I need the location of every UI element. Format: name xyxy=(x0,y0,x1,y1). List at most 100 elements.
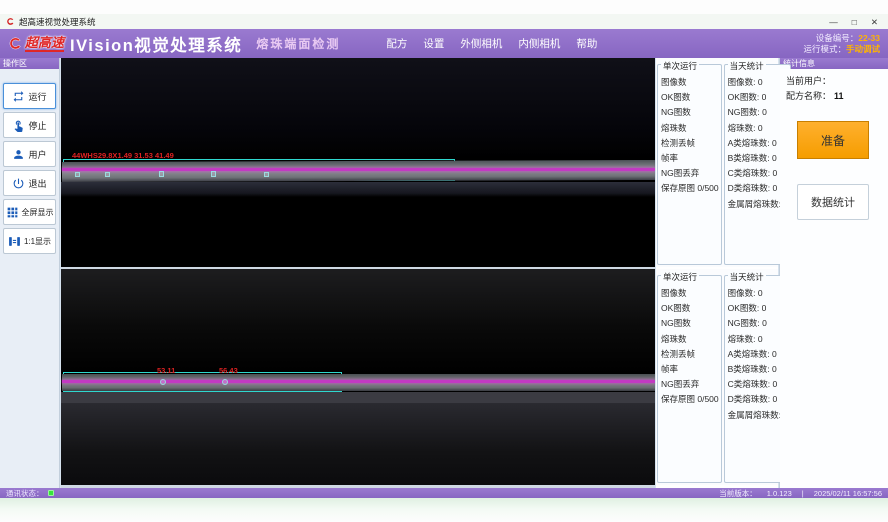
brand-name: 超高速 xyxy=(25,36,64,52)
current-user-label: 当前用户： xyxy=(786,76,831,86)
stat-row: NG图丢弃 xyxy=(661,166,719,181)
stat-row: 保存原图 0/500 xyxy=(661,181,719,196)
status-separator: | xyxy=(802,489,804,498)
version-value: 1.0.123 xyxy=(767,489,792,498)
one-to-one-icon xyxy=(8,235,21,248)
fullscreen-icon xyxy=(6,206,19,219)
stat-row: 保存原图 0/500 xyxy=(661,392,719,407)
status-bar: 通讯状态： 当前版本： 1.0.123 | 2025/02/11 16:57:5… xyxy=(0,488,888,498)
window-title: 超高速视觉处理系统 xyxy=(19,16,96,28)
sidebar-button-1[interactable]: 停止 xyxy=(3,112,56,138)
sidebar-button-4[interactable]: 全屏显示 xyxy=(3,199,56,225)
prepare-button[interactable]: 准备 xyxy=(797,121,869,159)
sidebar-button-label: 运行 xyxy=(28,90,46,103)
cam2-marker xyxy=(160,379,166,385)
user-icon xyxy=(12,148,25,161)
device-id-value: 22-33 xyxy=(858,33,880,43)
version-label: 当前版本： xyxy=(719,488,757,499)
sidebar-button-label: 全屏显示 xyxy=(22,207,54,218)
run-cycle-icon xyxy=(12,90,25,103)
sidebar-button-3[interactable]: 退出 xyxy=(3,170,56,196)
stat-row: 检测丢帧 xyxy=(661,347,719,362)
camera-column: 44WHS29.8X1.49 31.53 41.49 53.11 56.43 xyxy=(61,58,655,488)
group-title: 单次运行 xyxy=(661,271,699,283)
run-mode-label: 运行模式： xyxy=(803,44,846,54)
stats-set-1: 单次运行图像数OK图数NG图数熔珠数检测丢帧帧率NG图丢弃保存原图 0/500 当… xyxy=(656,269,778,485)
group-title: 当天统计 xyxy=(728,60,766,72)
cam1-marker xyxy=(211,171,216,177)
cam1-weld-strip xyxy=(62,160,655,182)
sidebar-button-2[interactable]: 用户 xyxy=(3,141,56,167)
minimize-icon[interactable]: — xyxy=(829,17,838,27)
stat-row: OK图数 xyxy=(661,301,719,316)
sidebar-button-label: 停止 xyxy=(28,119,46,132)
cam1-marker xyxy=(105,172,110,177)
cam2-scan-line xyxy=(62,380,655,383)
app-logo-icon xyxy=(6,17,15,26)
recipe-name-label: 配方名称： xyxy=(786,91,831,101)
stat-row: OK图数 xyxy=(661,90,719,105)
sidebar-button-label: 退出 xyxy=(28,177,46,190)
single-run-group: 单次运行图像数OK图数NG图数熔珠数检测丢帧帧率NG图丢弃保存原图 0/500 xyxy=(657,275,722,483)
cam2-top-shade xyxy=(61,269,655,374)
device-id-label: 设备编号： xyxy=(816,33,859,43)
info-panel-body: 当前用户： 配方名称：11 准备 数据统计 xyxy=(780,69,888,488)
stat-row: 帧率 xyxy=(661,362,719,377)
group-title: 单次运行 xyxy=(661,60,699,72)
stat-row: 熔珠数 xyxy=(661,121,719,136)
cam1-marker xyxy=(159,171,164,177)
cam2-marker xyxy=(222,379,228,385)
app-header: 超高速 IVision视觉处理系统 熔珠端面检测 配方设置外侧相机内侧相机帮助 … xyxy=(0,29,888,58)
sidebar-button-label: 用户 xyxy=(28,148,46,161)
info-panel-title: 统计信息 xyxy=(780,58,888,69)
recipe-name-value: 11 xyxy=(834,91,844,101)
power-icon xyxy=(12,177,25,190)
brand-logo: 超高速 xyxy=(8,36,64,52)
cam1-measure-label: 44WHS29.8X1.49 31.53 41.49 xyxy=(72,151,174,160)
sidebar-button-5[interactable]: 1:1显示 xyxy=(3,228,56,254)
menu-item-0[interactable]: 配方 xyxy=(386,36,407,51)
menu-item-1[interactable]: 设置 xyxy=(423,36,444,51)
cam1-under-shade xyxy=(61,182,655,197)
comm-status-indicator xyxy=(48,490,54,496)
sidebar: 操作区 运行停止用户退出全屏显示1:1显示 xyxy=(0,58,60,488)
data-statistics-button[interactable]: 数据统计 xyxy=(797,184,869,220)
inner-camera-view: 53.11 56.43 xyxy=(61,269,655,485)
menu-item-4[interactable]: 帮助 xyxy=(576,36,597,51)
stat-row: 检测丢帧 xyxy=(661,136,719,151)
cam1-top-shade xyxy=(61,58,655,158)
window-controls: — □ ✕ xyxy=(829,17,882,27)
stat-row: NG图丢弃 xyxy=(661,377,719,392)
sidebar-button-0[interactable]: 运行 xyxy=(3,83,56,109)
cam1-marker xyxy=(264,172,269,177)
menu-item-2[interactable]: 外侧相机 xyxy=(460,36,502,51)
outer-camera-view: 44WHS29.8X1.49 31.53 41.49 xyxy=(61,58,655,267)
cam2-measure-label: 56.43 xyxy=(219,366,238,375)
desktop-background xyxy=(0,498,888,522)
close-icon[interactable]: ✕ xyxy=(871,17,878,27)
stat-row: 熔珠数 xyxy=(661,332,719,347)
sidebar-button-label: 1:1显示 xyxy=(24,236,51,247)
menu-item-3[interactable]: 内侧相机 xyxy=(518,36,560,51)
info-panel: 统计信息 当前用户： 配方名称：11 准备 数据统计 xyxy=(779,58,888,488)
device-info: 设备编号：22-33 运行模式：手动调试 xyxy=(803,33,880,54)
maximize-icon[interactable]: □ xyxy=(852,17,857,27)
stat-row: 图像数 xyxy=(661,75,719,90)
sidebar-buttons: 运行停止用户退出全屏显示 1:1显示 xyxy=(0,69,59,254)
menu: 配方 设置 外侧相机 内侧相机 帮助 xyxy=(386,36,597,51)
datetime-value: 2025/02/11 16:57:56 xyxy=(814,489,882,498)
app-title: IVision视觉处理系统 xyxy=(70,32,242,56)
stat-row: 图像数 xyxy=(661,286,719,301)
cam1-scan-line xyxy=(62,168,655,171)
statistics-column: 单次运行图像数OK图数NG图数熔珠数检测丢帧帧率NG图丢弃保存原图 0/500当… xyxy=(656,58,778,488)
comm-status-label: 通讯状态： xyxy=(6,488,44,499)
cam2-bottom-shade xyxy=(61,403,655,485)
stat-row: 帧率 xyxy=(661,151,719,166)
group-title: 当天统计 xyxy=(728,271,766,283)
app-subtitle: 熔珠端面检测 xyxy=(256,35,340,52)
stat-row: NG图数 xyxy=(661,105,719,120)
single-run-group: 单次运行图像数OK图数NG图数熔珠数检测丢帧帧率NG图丢弃保存原图 0/500 xyxy=(657,64,722,265)
page: 超高速视觉处理系统 — □ ✕ 超高速 IVision视觉处理系统 熔珠端面检测… xyxy=(0,0,888,522)
stop-hand-icon xyxy=(12,119,25,132)
cam2-measure-label: 53.11 xyxy=(157,366,175,375)
